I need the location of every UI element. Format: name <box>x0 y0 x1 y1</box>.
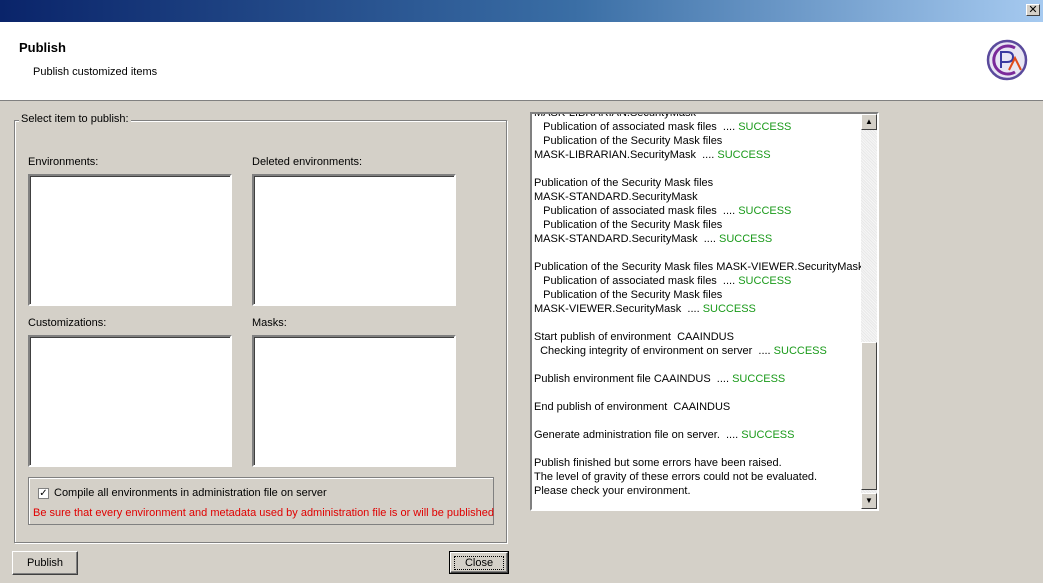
dialog-header: Publish Publish customized items <box>0 22 1043 101</box>
log-success-status: SUCCESS <box>773 345 827 357</box>
customizations-list[interactable] <box>28 335 232 467</box>
log-line: Checking integrity of environment on ser… <box>534 344 864 358</box>
log-line-text: Publication of the Security Mask files <box>534 177 714 189</box>
log-line: MASK-STANDARD.SecurityMask <box>534 190 864 204</box>
log-line: MASK-VIEWER.SecurityMask .... SUCCESS <box>534 302 864 316</box>
environments-list[interactable] <box>28 174 232 306</box>
masks-label: Masks: <box>252 317 287 329</box>
log-line-text: Publish finished but some errors have be… <box>534 457 782 469</box>
log-line: Generate administration file on server. … <box>534 428 864 442</box>
log-line: End publish of environment CAAINDUS <box>534 400 864 414</box>
log-line: MASK-LIBRARIAN.SecurityMask <box>534 112 864 120</box>
log-line-text: MASK-VIEWER.SecurityMask .... <box>534 303 700 315</box>
close-button[interactable]: Close <box>449 551 509 574</box>
log-line-text: End publish of environment CAAINDUS <box>534 401 731 413</box>
masks-list[interactable] <box>252 335 456 467</box>
log-line: Publication of the Security Mask files <box>534 288 864 302</box>
log-line-text: Publication of associated mask files ...… <box>534 121 736 133</box>
compile-warning-text: Be sure that every environment and metad… <box>33 507 495 519</box>
log-line-text: Publication of the Security Mask files <box>534 135 723 147</box>
scroll-up-icon[interactable]: ▲ <box>861 114 877 130</box>
log-line: Publication of associated mask files ...… <box>534 274 864 288</box>
customizations-label: Customizations: <box>28 317 107 329</box>
close-button-label: Close <box>453 555 505 570</box>
log-line: Publication of the Security Mask files <box>534 176 864 190</box>
log-success-status: SUCCESS <box>702 303 756 315</box>
log-success-status: SUCCESS <box>741 429 795 441</box>
log-line: Publication of associated mask files ...… <box>534 204 864 218</box>
log-line: MASK-LIBRARIAN.SecurityMask .... SUCCESS <box>534 148 864 162</box>
log-line: Publish environment file CAAINDUS .... S… <box>534 372 864 386</box>
log-line-text: The level of gravity of these errors cou… <box>534 471 818 483</box>
log-line-text: Publication of the Security Mask files M… <box>534 261 864 273</box>
publish-log[interactable]: MASK-LIBRARIAN.SecurityMask Publication … <box>530 112 879 511</box>
log-line-text: MASK-LIBRARIAN.SecurityMask <box>534 112 696 119</box>
log-line: Start publish of environment CAAINDUS <box>534 330 864 344</box>
environments-label: Environments: <box>28 156 99 168</box>
log-line: Please check your environment. <box>534 484 864 498</box>
log-line: Publication of the Security Mask files <box>534 134 864 148</box>
log-success-status: SUCCESS <box>732 373 786 385</box>
page-subtitle: Publish customized items <box>33 66 158 78</box>
log-line: The level of gravity of these errors cou… <box>534 470 864 484</box>
title-bar: ✕ <box>0 0 1043 22</box>
select-item-legend: Select item to publish: <box>19 113 131 125</box>
log-line-text: Please check your environment. <box>534 485 691 497</box>
log-success-status: SUCCESS <box>719 233 773 245</box>
log-line-text: MASK-LIBRARIAN.SecurityMask .... <box>534 149 715 161</box>
log-success-status: SUCCESS <box>738 205 792 217</box>
deleted-environments-list[interactable] <box>252 174 456 306</box>
window-close-icon[interactable]: ✕ <box>1026 4 1040 16</box>
log-line-text: MASK-STANDARD.SecurityMask .... <box>534 233 716 245</box>
log-line-text: MASK-STANDARD.SecurityMask <box>534 191 698 203</box>
log-line-text: Publish environment file CAAINDUS .... <box>534 373 730 385</box>
compile-checkbox[interactable]: ✓ <box>38 488 49 499</box>
log-line-text: Publication of the Security Mask files <box>534 219 723 231</box>
log-line-text: Publication of the Security Mask files <box>534 289 723 301</box>
log-line-text: Generate administration file on server. … <box>534 429 739 441</box>
compile-checkbox-label[interactable]: Compile all environments in administrati… <box>54 487 327 499</box>
scroll-down-icon[interactable]: ▼ <box>861 493 877 509</box>
log-line-text: Publication of associated mask files ...… <box>534 205 736 217</box>
log-line-text: Publication of associated mask files ...… <box>534 275 736 287</box>
log-success-status: SUCCESS <box>738 275 792 287</box>
log-line-text: Checking integrity of environment on ser… <box>534 345 771 357</box>
log-line-text: Start publish of environment CAAINDUS <box>534 331 734 343</box>
log-line: MASK-STANDARD.SecurityMask .... SUCCESS <box>534 232 864 246</box>
publish-button[interactable]: Publish <box>12 551 78 575</box>
scroll-thumb[interactable] <box>861 342 877 490</box>
deleted-environments-label: Deleted environments: <box>252 156 363 168</box>
log-success-status: SUCCESS <box>738 121 792 133</box>
page-title: Publish <box>19 40 66 55</box>
log-scrollbar[interactable]: ▲ ▼ <box>861 114 877 509</box>
log-line: Publish finished but some errors have be… <box>534 456 864 470</box>
log-lines: MASK-LIBRARIAN.SecurityMask Publication … <box>534 112 864 498</box>
log-line: Publication of the Security Mask files <box>534 218 864 232</box>
log-success-status: SUCCESS <box>717 149 771 161</box>
app-logo-icon <box>986 39 1028 81</box>
log-line: Publication of associated mask files ...… <box>534 120 864 134</box>
log-line: Publication of the Security Mask files M… <box>534 260 864 274</box>
